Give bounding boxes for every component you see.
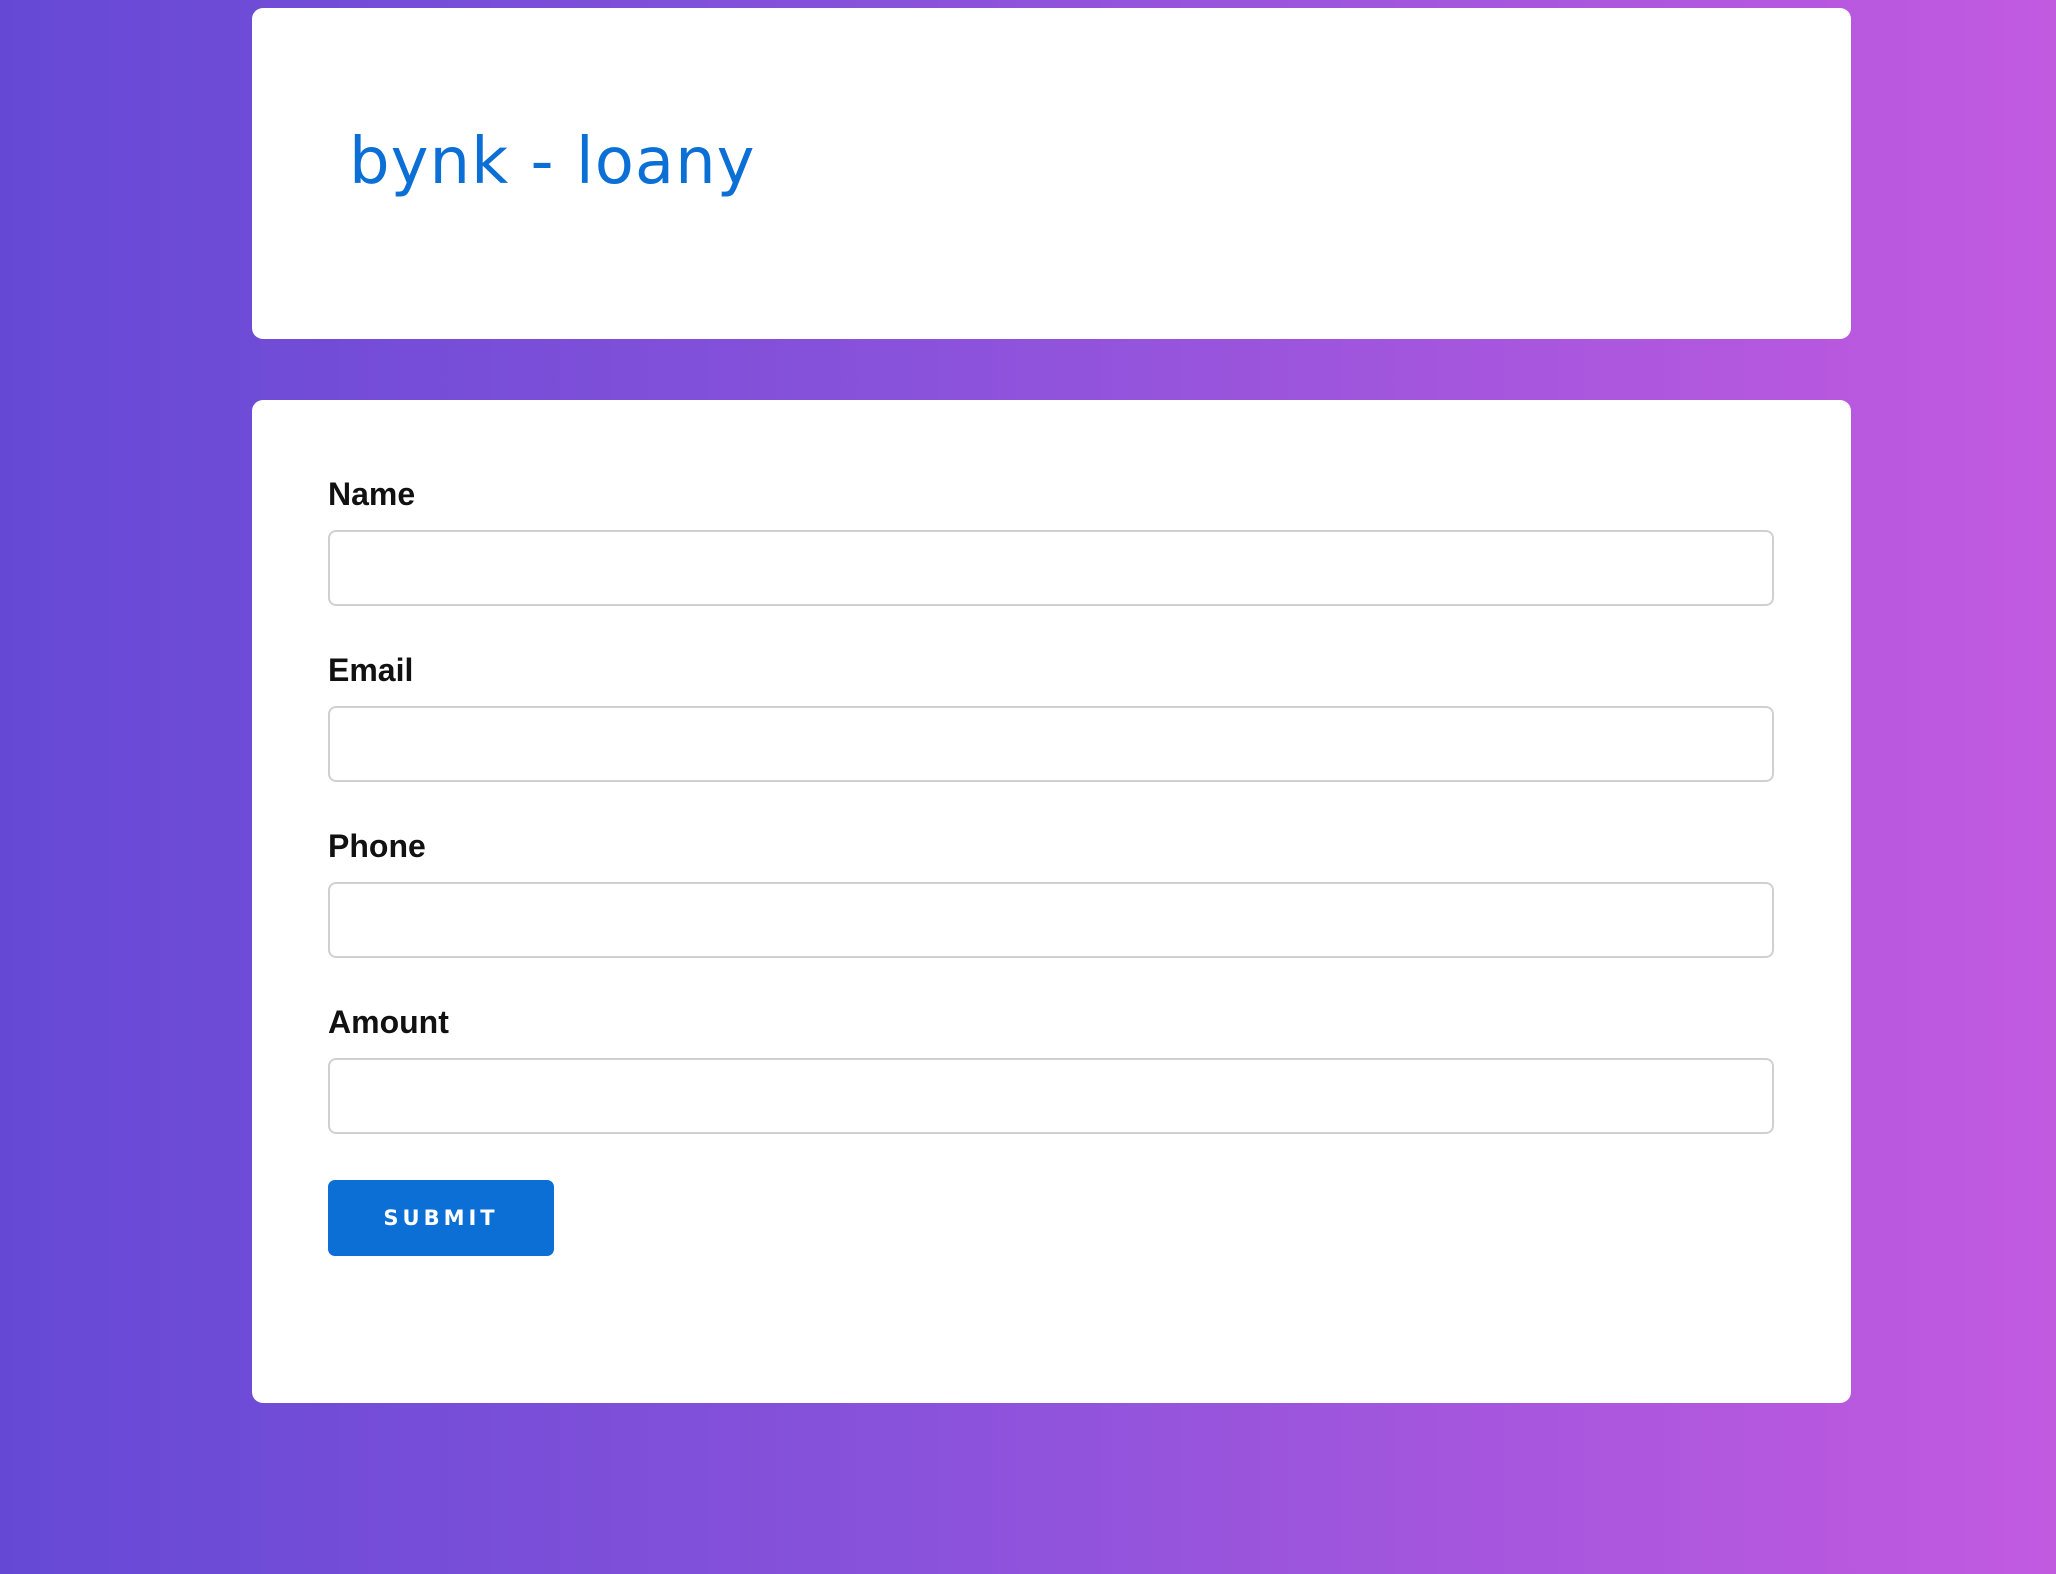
phone-label: Phone xyxy=(328,828,426,864)
name-label: Name xyxy=(328,476,416,512)
phone-input[interactable] xyxy=(328,882,1774,958)
email-label: Email xyxy=(328,652,414,688)
amount-label: Amount xyxy=(328,1004,449,1040)
loan-form-card: Name Email Phone Amount SUBMIT xyxy=(252,400,1851,1403)
email-input[interactable] xyxy=(328,706,1774,782)
amount-field-group: Amount xyxy=(328,1006,1774,1134)
brand-title: bynk - loany xyxy=(349,125,756,199)
name-field-group: Name xyxy=(328,478,1774,606)
email-field-group: Email xyxy=(328,654,1774,782)
submit-button[interactable]: SUBMIT xyxy=(328,1180,554,1256)
phone-field-group: Phone xyxy=(328,830,1774,958)
header-card: bynk - loany xyxy=(252,8,1851,339)
amount-input[interactable] xyxy=(328,1058,1774,1134)
name-input[interactable] xyxy=(328,530,1774,606)
